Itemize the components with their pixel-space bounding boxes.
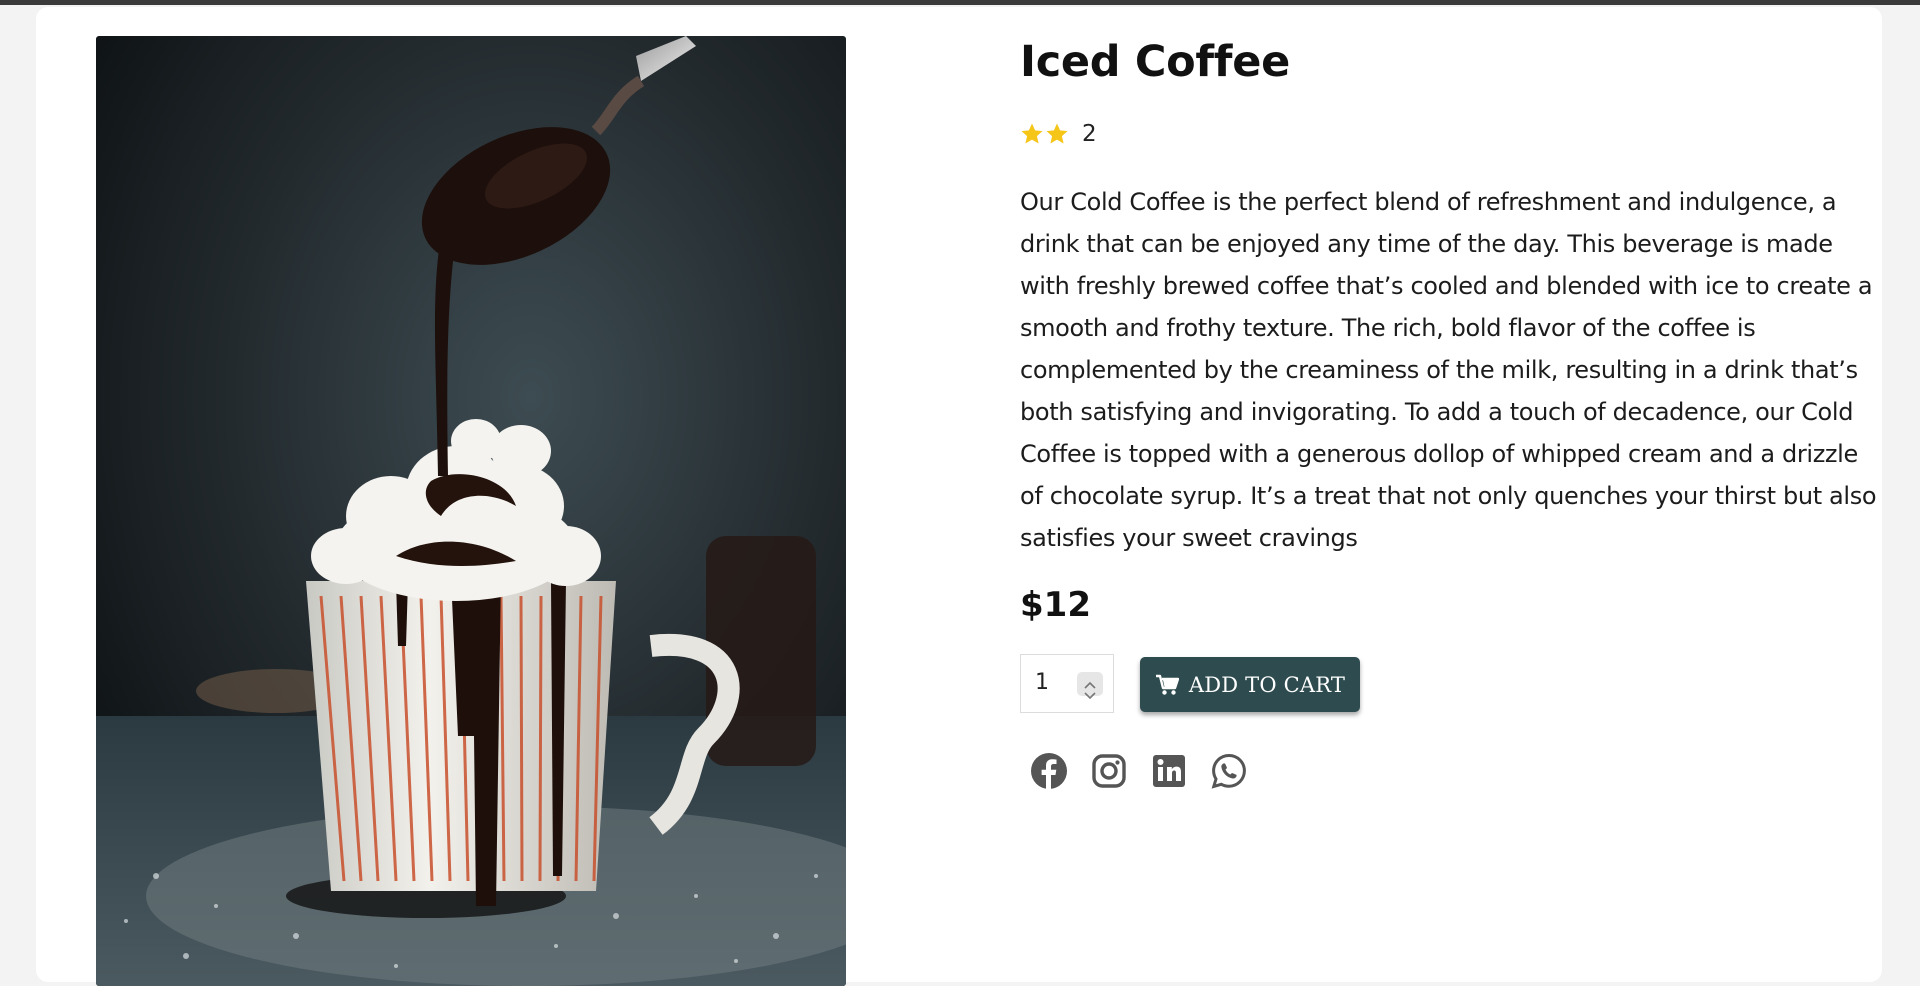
product-title: Iced Coffee [1020,37,1290,87]
whatsapp-icon[interactable] [1210,752,1248,790]
chevron-up-icon[interactable] [1084,674,1096,689]
add-to-cart-label: ADD TO CART [1188,672,1346,697]
star-rating [1020,122,1070,146]
product-description: Our Cold Coffee is the perfect blend of … [1020,188,1877,552]
chevron-down-icon[interactable] [1084,685,1096,700]
add-to-cart-button[interactable]: ADD TO CART [1140,657,1360,712]
quantity-value[interactable]: 1 [1035,670,1049,695]
social-share [1030,752,1270,790]
quantity-spinner[interactable] [1077,672,1103,700]
product-price: $12 [1020,585,1091,625]
instagram-icon[interactable] [1090,752,1128,790]
star-icon [1020,122,1044,146]
linkedin-icon[interactable] [1150,752,1188,790]
star-icon [1045,122,1069,146]
quantity-stepper[interactable]: 1 [1020,654,1114,713]
facebook-icon[interactable] [1030,752,1068,790]
rating-count: 2 [1082,121,1097,147]
cart-icon [1155,674,1179,696]
product-image [96,36,846,986]
product-rating: 2 [1020,121,1097,147]
product-card: Iced Coffee 2 Our Cold Coffee is the per… [36,7,1882,986]
browser-top-edge [0,0,1920,5]
